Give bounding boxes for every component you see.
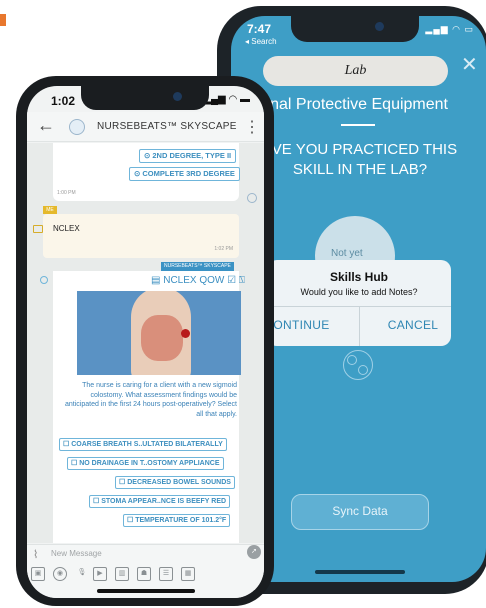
front-status-time: 1:02	[51, 94, 76, 108]
not-yet-option[interactable]: Not yet	[331, 248, 363, 259]
answer-option[interactable]: ☐ NO DRAINAGE IN T..OSTOMY APPLIANCE	[67, 457, 224, 470]
nurse-icon[interactable]: ☗	[137, 567, 151, 581]
answer-option[interactable]: ☐ COARSE BREATH S..ULTATED BILATERALLY	[59, 438, 227, 451]
colostomy-illustration	[77, 291, 241, 375]
qow-title: ▤ NCLEX QOW ☑ ⍂	[151, 275, 245, 286]
back-to-search-link[interactable]: ◂ Search	[245, 37, 277, 46]
question-card: ▤ NCLEX QOW ☑ ⍂ The nurse is caring for …	[53, 271, 245, 543]
video-icon[interactable]: ▶	[93, 567, 107, 581]
answer-chip[interactable]: ⊙ COMPLETE 3RD DEGREE	[129, 167, 240, 181]
sender-tag: NURSEBEATS™ SKYSCAPE	[161, 262, 234, 271]
question-text: The nurse is caring for a client with a …	[65, 382, 237, 418]
divider	[341, 124, 375, 126]
status-icons: ▂▄▆ ◠ ▭	[425, 24, 474, 34]
cancel-button[interactable]: CANCEL	[367, 318, 459, 332]
previous-question-card: ⊙ 2ND DEGREE, TYPE II ⊙ COMPLETE 3RD DEG…	[53, 143, 240, 201]
front-status-icons: ▂▄▆ ◠ ▬	[203, 94, 250, 105]
read-status-icon	[40, 276, 48, 284]
more-options-icon[interactable]: ⋮	[244, 117, 260, 137]
back-status-time: 7:47	[247, 22, 272, 36]
dialog-title: Skills Hub	[329, 270, 388, 284]
answer-option[interactable]: ☐ DECREASED BOWEL SOUNDS	[115, 476, 235, 489]
section-title: ersonal Protective Equipment	[239, 96, 448, 113]
answer-chip[interactable]: ⊙ 2ND DEGREE, TYPE II	[139, 149, 237, 163]
my-avatar-icon	[33, 225, 43, 233]
sent-message-text: NCLEX	[53, 224, 80, 233]
image-icon[interactable]: ▣	[31, 567, 45, 581]
corner-accent	[0, 14, 6, 26]
nursebeats-logo-icon	[69, 119, 85, 135]
answer-option[interactable]: ☐ STOMA APPEAR..NCE IS BEEFY RED	[89, 495, 231, 508]
sender-avatar-icon	[247, 193, 257, 203]
group-icon[interactable]	[343, 350, 373, 380]
me-tag: ME	[43, 206, 57, 214]
camera-icon[interactable]: ◉	[53, 567, 67, 581]
skills-hub-dialog: Skills Hub Would you like to add Notes? …	[264, 260, 451, 346]
calendar-icon[interactable]: ▦	[181, 567, 195, 581]
sync-data-button[interactable]: Sync Data	[291, 494, 429, 530]
sent-time: 1:02 PM	[214, 246, 233, 252]
dialog-button-separator	[359, 306, 360, 346]
lab-pill: Lab	[263, 56, 448, 86]
back-arrow-icon[interactable]: ←	[37, 115, 55, 136]
message-time: 1:00 PM	[57, 190, 76, 196]
answer-option[interactable]: ☐ TEMPERATURE OF 101.2°F	[123, 514, 231, 527]
book-icon[interactable]: ▥	[115, 567, 129, 581]
back-notch	[291, 16, 419, 42]
dialog-message: Would you like to add Notes?	[300, 287, 418, 297]
checklist-icon[interactable]: ☰	[159, 567, 173, 581]
message-input[interactable]: New Message	[51, 549, 102, 558]
chat-header: ← NURSEBEATS™ SKYSCAPE ⋮	[27, 112, 264, 142]
front-notch	[81, 86, 209, 110]
home-indicator-front	[97, 589, 195, 593]
chat-thread[interactable]: ⊙ 2ND DEGREE, TYPE II ⊙ COMPLETE 3RD DEG…	[27, 143, 264, 543]
home-indicator	[315, 570, 405, 574]
microphone-icon[interactable]: 🎙	[75, 567, 89, 581]
send-icon[interactable]: ➚	[247, 545, 261, 559]
chat-title: NURSEBEATS™ SKYSCAPE	[97, 121, 237, 132]
sent-message: NCLEX 1:02 PM	[43, 214, 239, 258]
close-icon[interactable]: ✕	[461, 52, 478, 77]
attach-icon[interactable]: ⌇	[33, 548, 38, 561]
front-phone-screen: 1:02 ▂▄▆ ◠ ▬ ← NURSEBEATS™ SKYSCAPE ⋮ ⊙ …	[27, 86, 264, 598]
